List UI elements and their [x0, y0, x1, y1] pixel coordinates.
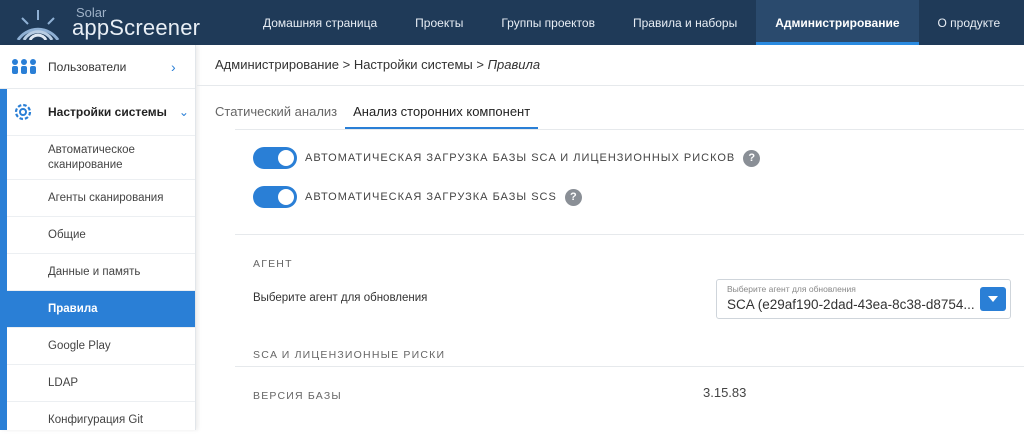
divider: [197, 85, 1024, 86]
nav-administration[interactable]: Администрирование: [756, 0, 918, 45]
agent-select-placeholder: Выберите агент для обновления: [727, 284, 856, 294]
sidebar-settings-label: Настройки системы: [48, 105, 167, 119]
sidebar-item-ldap[interactable]: LDAP: [0, 364, 195, 401]
breadcrumb-administration[interactable]: Администрирование: [215, 57, 339, 72]
app-logo[interactable]: Solar appScreener: [0, 0, 206, 45]
main-nav: Домашняя страница Проекты Группы проекто…: [244, 0, 1019, 45]
sidebar-item-settings[interactable]: Настройки системы ⌄: [0, 89, 195, 135]
divider: [235, 129, 1024, 130]
chevron-down-icon[interactable]: [980, 287, 1006, 311]
sidebar-users-label: Пользователи: [48, 60, 171, 74]
agent-field-label: Выберите агент для обновления: [253, 292, 427, 304]
sidebar-item-google-play[interactable]: Google Play: [0, 327, 195, 364]
nav-project-groups[interactable]: Группы проектов: [482, 0, 614, 45]
sidebar-item-scan-agents[interactable]: Агенты сканирования: [0, 179, 195, 216]
sidebar-item-git-config[interactable]: Конфигурация Git: [0, 401, 195, 438]
scs-autoload-label: АВТОМАТИЧЕСКАЯ ЗАГРУЗКА БАЗЫ SCS: [305, 191, 557, 203]
sidebar-item-auto-scan[interactable]: Автоматическое сканирование: [0, 135, 195, 179]
users-icon: [10, 57, 38, 77]
divider: [235, 366, 1024, 367]
tab-bar: Статический анализ Анализ сторонних комп…: [215, 93, 538, 129]
nav-home[interactable]: Домашняя страница: [244, 0, 396, 45]
toggle-row-scs: АВТОМАТИЧЕСКАЯ ЗАГРУЗКА БАЗЫ SCS ?: [253, 186, 582, 208]
sidebar-item-users[interactable]: Пользователи ›: [0, 45, 195, 89]
scs-autoload-toggle[interactable]: [253, 186, 297, 208]
help-icon[interactable]: ?: [743, 150, 760, 167]
divider: [235, 234, 1024, 235]
breadcrumb-separator: >: [476, 57, 484, 72]
tab-static-analysis[interactable]: Статический анализ: [215, 93, 345, 129]
main-content: Администрирование > Настройки системы > …: [197, 45, 1024, 430]
breadcrumb-separator: >: [343, 57, 351, 72]
help-icon[interactable]: ?: [565, 189, 582, 206]
solar-logo-icon: [14, 6, 62, 40]
settings-group: Настройки системы ⌄ Автоматическое скани…: [0, 89, 195, 438]
breadcrumb-rules: Правила: [488, 57, 540, 72]
tab-third-party-components[interactable]: Анализ сторонних компонент: [345, 93, 538, 129]
toggle-row-sca: АВТОМАТИЧЕСКАЯ ЗАГРУЗКА БАЗЫ SCA И ЛИЦЕН…: [253, 147, 760, 169]
sidebar-item-data-memory[interactable]: Данные и память: [0, 253, 195, 290]
sca-autoload-toggle[interactable]: [253, 147, 297, 169]
sidebar: Пользователи › Настройки системы ⌄ Автом…: [0, 45, 196, 430]
breadcrumb-system-settings[interactable]: Настройки системы: [354, 57, 473, 72]
top-navbar: Solar appScreener Домашняя страница Прое…: [0, 0, 1024, 45]
agent-select-value: SCA (e29af190-2dad-43ea-8c38-d8754...: [727, 297, 977, 312]
sca-section-title: SCA И ЛИЦЕНЗИОННЫЕ РИСКИ: [253, 349, 445, 361]
nav-about[interactable]: О продукте: [919, 0, 1020, 45]
chevron-down-icon: ⌄: [179, 105, 189, 119]
nav-rules-sets[interactable]: Правила и наборы: [614, 0, 756, 45]
sca-autoload-label: АВТОМАТИЧЕСКАЯ ЗАГРУЗКА БАЗЫ SCA И ЛИЦЕН…: [305, 152, 735, 164]
sidebar-item-general[interactable]: Общие: [0, 216, 195, 253]
db-version-label: ВЕРСИЯ БАЗЫ: [253, 390, 342, 402]
gear-icon: [12, 101, 34, 123]
logo-big-text: appScreener: [72, 17, 200, 39]
chevron-right-icon: ›: [171, 59, 181, 75]
db-version-value: 3.15.83: [703, 385, 746, 400]
sidebar-item-rules[interactable]: Правила: [0, 290, 195, 327]
active-group-indicator: [0, 89, 7, 430]
agent-select[interactable]: Выберите агент для обновления SCA (e29af…: [716, 279, 1011, 319]
breadcrumb: Администрирование > Настройки системы > …: [215, 57, 540, 72]
agent-section-title: АГЕНТ: [253, 258, 293, 270]
nav-projects[interactable]: Проекты: [396, 0, 482, 45]
